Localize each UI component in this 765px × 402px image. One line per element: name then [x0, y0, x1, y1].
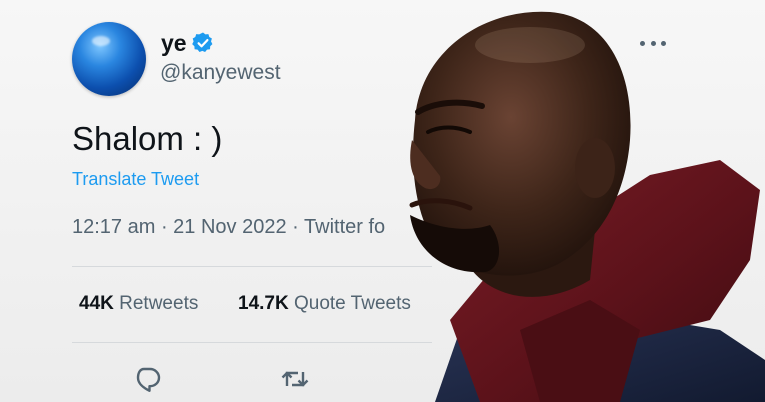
- retweet-icon[interactable]: [279, 364, 311, 394]
- tweet-meta: 12:17 am · 21 Nov 2022 · Twitter fo: [72, 216, 412, 239]
- divider: [72, 342, 432, 343]
- tweet-date[interactable]: 21 Nov 2022: [173, 216, 286, 238]
- quote-tweets-stat[interactable]: 14.7K Quote Tweets: [238, 293, 411, 315]
- retweets-count: 44K: [79, 293, 114, 314]
- meta-separator: ·: [292, 216, 305, 238]
- quote-tweets-count: 14.7K: [238, 293, 289, 314]
- display-name[interactable]: ye: [161, 30, 187, 57]
- divider: [72, 266, 432, 267]
- meta-separator: ·: [160, 216, 174, 238]
- avatar-shine: [92, 36, 110, 46]
- retweets-stat[interactable]: 44K Retweets: [79, 293, 198, 315]
- verified-badge-icon: [192, 32, 213, 52]
- tweet-text: Shalom : ): [72, 120, 223, 157]
- tweet-time[interactable]: 12:17 am: [72, 216, 155, 238]
- tweet-source[interactable]: Twitter fo: [304, 216, 385, 238]
- reply-icon[interactable]: [132, 364, 162, 394]
- avatar[interactable]: [72, 22, 146, 96]
- user-handle[interactable]: @kanyewest: [160, 61, 281, 85]
- retweets-label: Retweets: [119, 293, 199, 314]
- person-photo: [409, 11, 765, 402]
- translate-tweet-link[interactable]: Translate Tweet: [72, 169, 199, 190]
